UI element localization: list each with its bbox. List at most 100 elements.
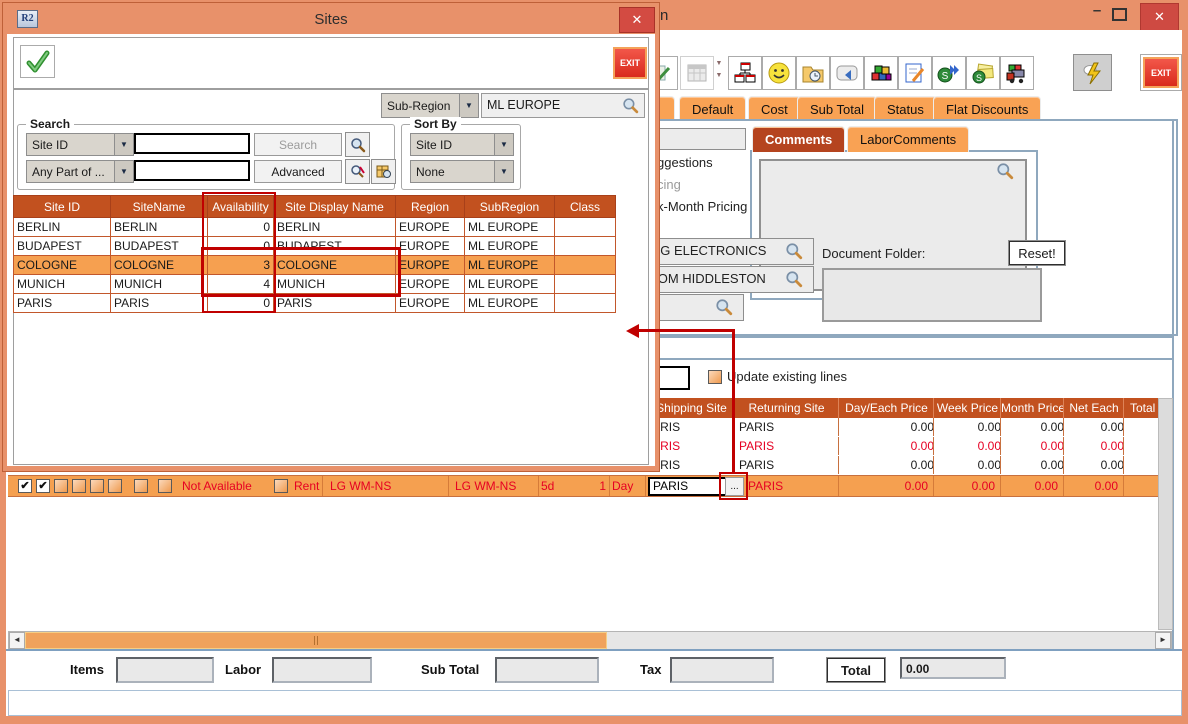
shipping-button[interactable] [1000, 56, 1034, 90]
label-pricing-partial: cing [657, 177, 681, 192]
sort-primary-dropdown[interactable]: Site ID ▼ [410, 133, 514, 156]
row-checkbox[interactable] [54, 479, 68, 493]
search-edit-icon [350, 164, 366, 180]
update-lines-checkbox[interactable] [708, 370, 722, 384]
search-icon[interactable] [622, 97, 639, 114]
sites-table: Site ID SiteName Availability Site Displ… [13, 195, 616, 313]
contact-button[interactable] [762, 56, 796, 90]
main-exit-button[interactable]: EXIT [1143, 57, 1179, 88]
site-row[interactable]: BERLIN BERLIN 0 BERLIN EUROPE ML EUROPE [14, 218, 616, 237]
site-row[interactable]: PARIS PARIS 0 PARIS EUROPE ML EUROPE [14, 294, 616, 313]
shortcut-key-button[interactable] [830, 56, 864, 90]
calendar-button[interactable] [680, 56, 714, 90]
maximize-button[interactable] [1112, 8, 1127, 24]
tab-labor-comments[interactable]: LaborComments [847, 126, 969, 152]
site-row[interactable]: BUDAPEST BUDAPEST 0 BUDAPEST EUROPE ML E… [14, 237, 616, 256]
search-button[interactable]: Search [254, 133, 342, 156]
advanced-find-button[interactable] [345, 159, 370, 184]
confirm-selection-button[interactable] [20, 45, 55, 78]
row-checkbox[interactable]: ✔ [18, 479, 32, 493]
row-checkbox[interactable]: ✔ [36, 479, 50, 493]
search-type1-dropdown[interactable]: Site ID ▼ [26, 133, 134, 156]
calendar-dropdown-arrows[interactable]: ▼▼ [714, 58, 724, 86]
svg-text:S: S [976, 73, 982, 83]
org-chart-button[interactable] [728, 56, 762, 90]
dialog-toolbar [13, 37, 649, 89]
col-availability: Availability [208, 196, 274, 218]
search-input-1[interactable] [134, 133, 250, 154]
svg-text:S: S [942, 71, 949, 82]
row-checkbox[interactable] [158, 479, 172, 493]
tab-flat-discounts[interactable]: Flat Discounts [933, 96, 1041, 121]
find-button[interactable] [345, 132, 370, 157]
search-icon[interactable] [715, 298, 733, 316]
col-net-each: Net Each [1063, 398, 1124, 418]
row-checkbox[interactable] [108, 479, 122, 493]
items-label: Items [70, 662, 104, 677]
horizontal-scrollbar[interactable]: ◄ ► [8, 631, 1172, 650]
day-price: 0.00 [838, 476, 928, 496]
close-button[interactable]: ✕ [1140, 3, 1179, 31]
search-type2-dropdown[interactable]: Any Part of ... ▼ [26, 160, 134, 183]
cell-returning: PARIS [733, 437, 844, 455]
reset-button[interactable]: Reset! [1008, 240, 1066, 266]
notes-button[interactable] [898, 56, 932, 90]
search-icon[interactable] [785, 270, 803, 288]
scroll-left-button[interactable]: ◄ [9, 632, 25, 649]
subregion-dropdown[interactable]: Sub-Region ▼ [381, 93, 479, 118]
inventory-button[interactable] [864, 56, 898, 90]
site-picker-button[interactable]: ... [725, 477, 744, 496]
tax-label: Tax [640, 662, 661, 677]
dialog-exit-button[interactable]: EXIT [613, 47, 647, 79]
row-checkbox[interactable] [134, 479, 148, 493]
cell-month: 0.00 [1000, 418, 1070, 436]
tab-status[interactable]: Status [874, 96, 937, 121]
cell-week: 0.00 [933, 456, 1007, 474]
search-input-2[interactable] [134, 160, 250, 181]
comments-search-icon[interactable] [996, 162, 1014, 183]
payment-forward-button[interactable]: S [932, 56, 966, 90]
quick-action-button[interactable] [1073, 54, 1112, 91]
tab-comments[interactable]: Comments [752, 126, 845, 152]
row-checkbox[interactable] [72, 479, 86, 493]
tab-default[interactable]: Default [679, 96, 746, 121]
vertical-scrollbar[interactable] [1158, 398, 1173, 630]
notepad-pencil-icon [903, 61, 927, 85]
row-checkbox[interactable] [274, 479, 288, 493]
invoice-button[interactable]: S [966, 56, 1000, 90]
sort-secondary-dropdown[interactable]: None ▼ [410, 160, 514, 183]
search-icon[interactable] [785, 242, 803, 260]
history-folder-button[interactable] [796, 56, 830, 90]
dollar-arrows-icon: S [937, 61, 961, 85]
col-region: Region [396, 196, 465, 218]
month-price: 0.00 [1000, 476, 1058, 496]
scroll-right-button[interactable]: ► [1155, 632, 1171, 649]
row-checkbox[interactable] [90, 479, 104, 493]
line-row[interactable]: PARIS PARIS 0.00 0.00 0.00 0.00 [640, 456, 1158, 476]
tab-cost[interactable]: Cost [748, 96, 801, 121]
subregion-search-field[interactable]: ML EUROPE [481, 93, 645, 118]
advanced-button[interactable]: Advanced [254, 160, 342, 183]
line-row[interactable]: PARIS PARIS 0.00 0.00 0.00 0.00 [640, 418, 1158, 438]
active-line-row[interactable]: ✔ ✔ Not Available Rent LG WM-NS LG WM-NS… [8, 475, 1158, 497]
site-row[interactable]: MUNICH MUNICH 4 MUNICH EUROPE ML EUROPE [14, 275, 616, 294]
shipping-site-editor[interactable]: PARIS [648, 477, 731, 496]
site-row-selected[interactable]: COLOGNE COLOGNE 3 COLOGNE EUROPE ML EURO… [14, 256, 616, 275]
tab-sub-total[interactable]: Sub Total [797, 96, 877, 121]
minimize-button[interactable]: – [1086, 2, 1108, 26]
main-exit-button-frame[interactable]: EXIT [1140, 54, 1182, 91]
col-class: Class [555, 196, 616, 218]
dialog-close-button[interactable]: ✕ [619, 7, 655, 33]
vendor-field-value: LG ELECTRONICS [653, 243, 766, 258]
search-icon [996, 162, 1014, 180]
calendar-icon [686, 62, 708, 84]
line-row[interactable]: PARIS PARIS 0.00 0.00 0.00 0.00 [640, 437, 1158, 457]
sortby-groupbox: Sort By Site ID ▼ None ▼ [401, 124, 521, 190]
scrollbar-thumb[interactable] [25, 632, 607, 649]
document-folder-label: Document Folder: [822, 246, 925, 261]
availability-status: Not Available [182, 476, 252, 496]
grid-search-button[interactable] [371, 159, 396, 184]
document-folder-textarea[interactable] [822, 268, 1042, 322]
cell-net: 0.00 [1063, 418, 1130, 436]
total-field: 0.00 [900, 657, 1006, 679]
